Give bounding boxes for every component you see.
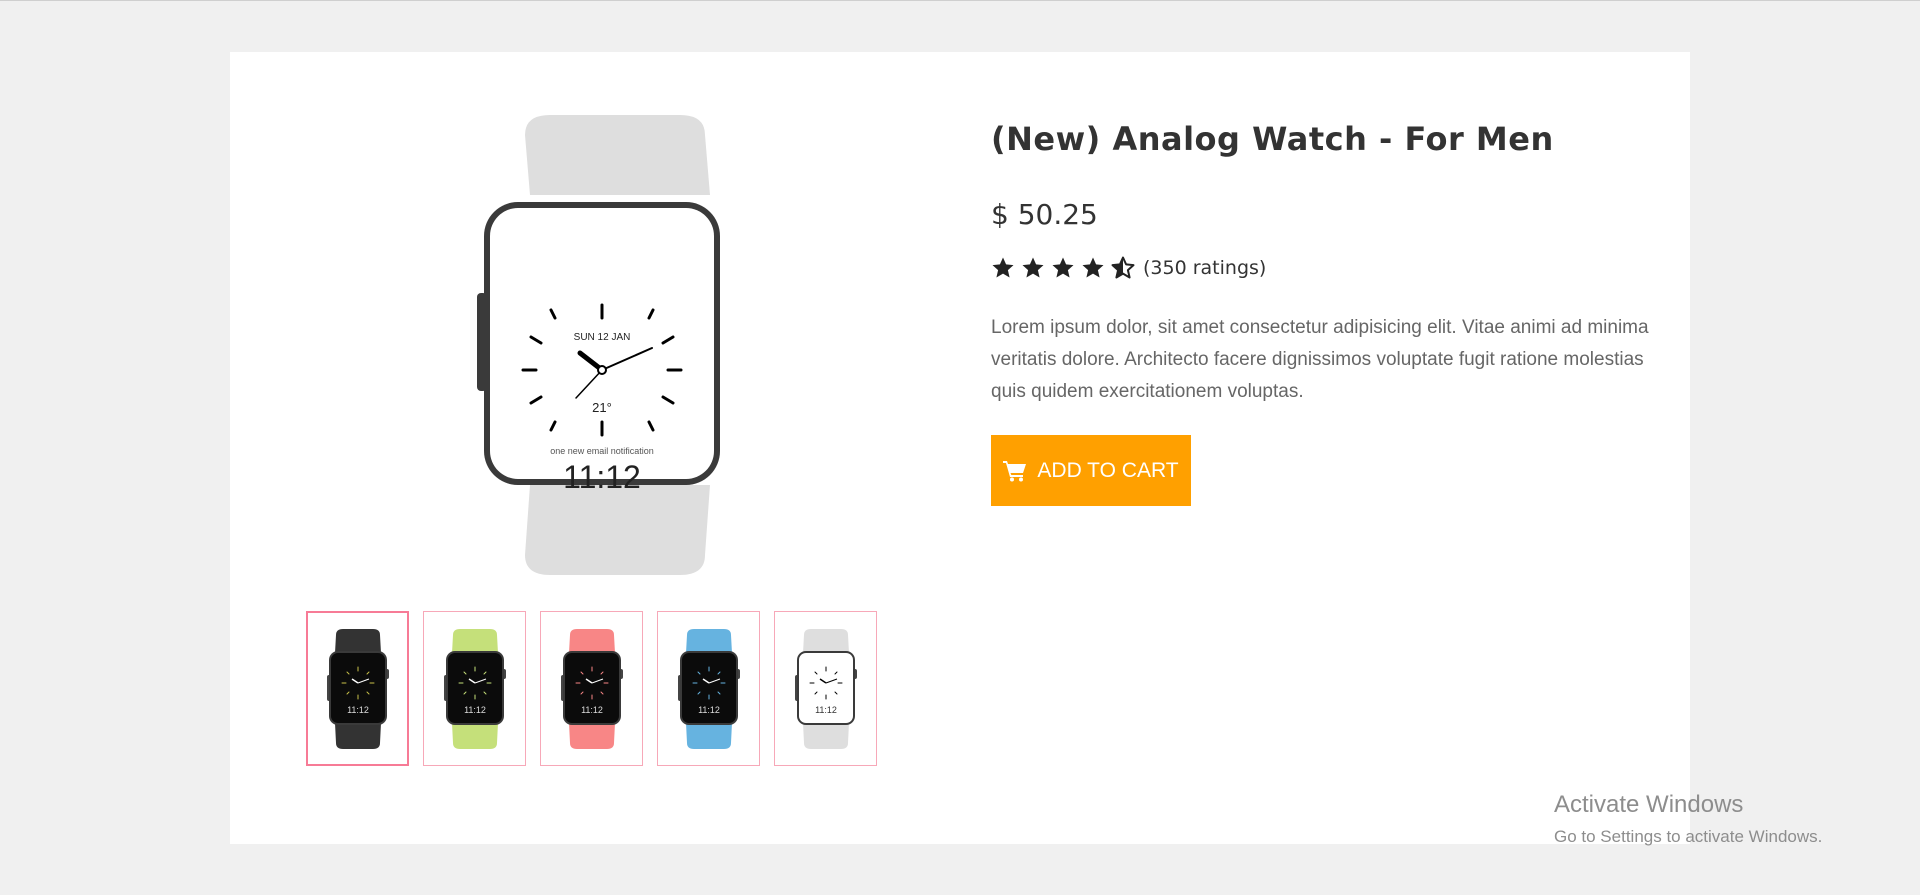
watch-screen: [490, 208, 714, 479]
watermark-title: Activate Windows: [1554, 791, 1744, 818]
product-card: SUN 12 JAN 21° one new email notificatio…: [230, 52, 1690, 844]
thumbnail-watch-icon: 11:12: [794, 628, 857, 749]
star-half-icon: [1111, 256, 1135, 279]
watch-notification: one new email notification: [550, 446, 654, 456]
watch-band-top: [525, 115, 710, 195]
watch-center-pin: [597, 365, 607, 375]
window-top-border: [0, 0, 1920, 1]
star-icon: [992, 257, 1014, 278]
thumbnail-green[interactable]: 11:12: [423, 611, 526, 766]
product-price: $ 50.25: [991, 198, 1098, 231]
svg-text:11:12: 11:12: [581, 705, 603, 715]
svg-text:11:12: 11:12: [464, 705, 486, 715]
star-icon: [1082, 257, 1104, 278]
watermark-subtitle: Go to Settings to activate Windows.: [1554, 827, 1823, 846]
svg-text:11:12: 11:12: [815, 705, 837, 715]
star-icon: [1052, 257, 1074, 278]
thumbnail-red[interactable]: 11:12: [540, 611, 643, 766]
svg-text:11:12: 11:12: [698, 705, 720, 715]
product-rating: (350 ratings): [991, 256, 1266, 280]
thumbnail-watch-icon: 11:12: [677, 628, 740, 749]
thumbnail-watch-icon: 11:12: [560, 628, 623, 749]
product-title: (New) Analog Watch - For Men: [991, 120, 1554, 158]
product-description: Lorem ipsum dolor, sit amet consectetur …: [991, 317, 1649, 402]
thumbnail-watch-icon: 11:12: [326, 628, 389, 749]
thumbnail-watch-icon: 11:12: [443, 628, 506, 749]
cart-icon: [1003, 460, 1027, 481]
activate-windows-watermark: Activate Windows Go to Settings to activ…: [1554, 791, 1822, 847]
add-to-cart-button[interactable]: ADD TO CART: [991, 435, 1191, 506]
svg-text:11:12: 11:12: [347, 705, 369, 715]
thumbnail-black[interactable]: 11:12: [306, 611, 409, 766]
rating-count: (350 ratings): [1143, 257, 1267, 279]
watch-date: SUN 12 JAN: [574, 332, 631, 343]
star-icon: [1022, 257, 1044, 278]
watch-band-bottom: [525, 485, 710, 575]
watch-temperature: 21°: [592, 400, 612, 415]
add-to-cart-label: ADD TO CART: [1037, 458, 1179, 482]
product-main-image: SUN 12 JAN 21° one new email notificatio…: [470, 115, 770, 575]
thumbnail-white[interactable]: 11:12: [774, 611, 877, 766]
watch-illustration: SUN 12 JAN 21° one new email notificatio…: [477, 115, 720, 575]
thumbnail-blue[interactable]: 11:12: [657, 611, 760, 766]
watch-digital-time: 11:12: [563, 459, 641, 495]
